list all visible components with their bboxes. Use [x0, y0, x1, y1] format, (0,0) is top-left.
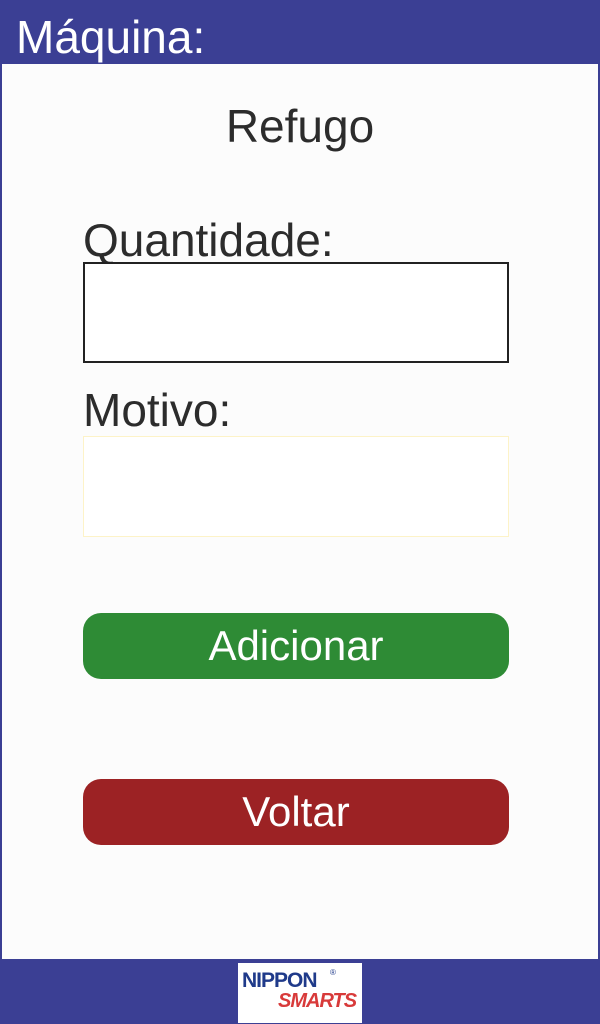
logo-text-nippon: NIPPON: [242, 969, 318, 992]
screen-title: Refugo: [225, 100, 375, 152]
add-button[interactable]: Adicionar: [83, 613, 509, 679]
reason-label: Motivo:: [83, 384, 232, 436]
reason-input[interactable]: [83, 436, 509, 537]
footer-bar: NIPPON ® SMARTS: [0, 959, 600, 1024]
quantity-input[interactable]: [83, 262, 509, 363]
logo-registered-mark: ®: [330, 968, 336, 977]
header-bar: Máquina:: [0, 0, 600, 64]
machine-title: Máquina:: [16, 11, 206, 63]
back-button[interactable]: Voltar: [83, 779, 509, 845]
nippon-smarts-logo: NIPPON ® SMARTS: [238, 963, 362, 1023]
logo-text-smarts: SMARTS: [278, 990, 357, 1012]
quantity-label: Quantidade:: [83, 214, 334, 266]
